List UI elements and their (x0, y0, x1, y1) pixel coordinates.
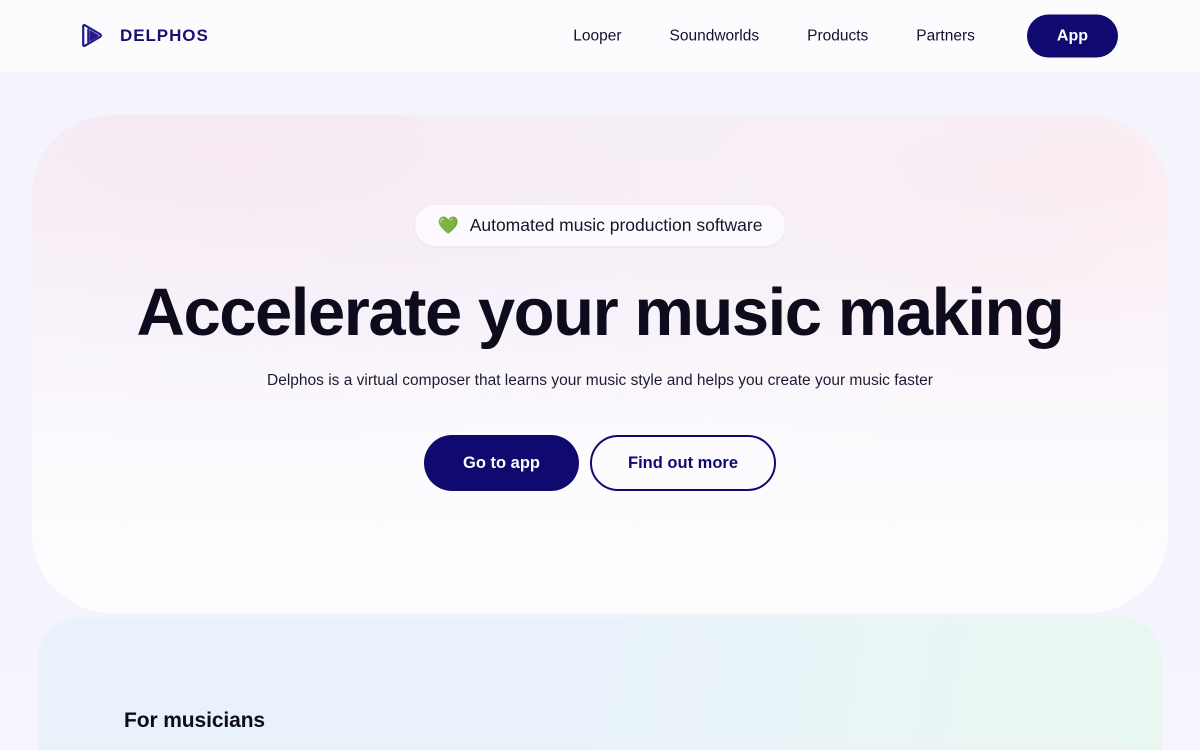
play-logo-icon (78, 22, 106, 50)
nav-item-looper[interactable]: Looper (573, 27, 645, 45)
hero-card: 💚 Automated music production software Ac… (32, 115, 1168, 613)
hero-badge: 💚 Automated music production software (414, 205, 786, 246)
landing-page: DELPHOS Looper Soundworlds Products Part… (0, 0, 1200, 750)
app-button[interactable]: App (1026, 14, 1118, 58)
go-to-app-button[interactable]: Go to app (424, 435, 579, 492)
nav-item-partners[interactable]: Partners (892, 27, 999, 45)
site-header: DELPHOS Looper Soundworlds Products Part… (0, 0, 1200, 72)
hero-subtitle: Delphos is a virtual composer that learn… (267, 372, 933, 390)
hero-headline: Accelerate your music making (136, 275, 1065, 350)
nav-item-soundworlds[interactable]: Soundworlds (646, 27, 784, 45)
for-musicians-card: For musicians (38, 617, 1162, 750)
brand-name: DELPHOS (120, 26, 209, 45)
hero-badge-label: Automated music production software (469, 215, 763, 235)
nav-item-products[interactable]: Products (783, 27, 892, 45)
green-heart-icon: 💚 (437, 216, 459, 235)
for-musicians-title: For musicians (124, 709, 266, 732)
brand-logo[interactable]: DELPHOS (78, 22, 209, 50)
hero-cta-row: Go to app Find out more (424, 435, 776, 492)
main-navigation: Looper Soundworlds Products Partners App (573, 14, 1118, 58)
find-out-more-button[interactable]: Find out more (590, 435, 776, 492)
